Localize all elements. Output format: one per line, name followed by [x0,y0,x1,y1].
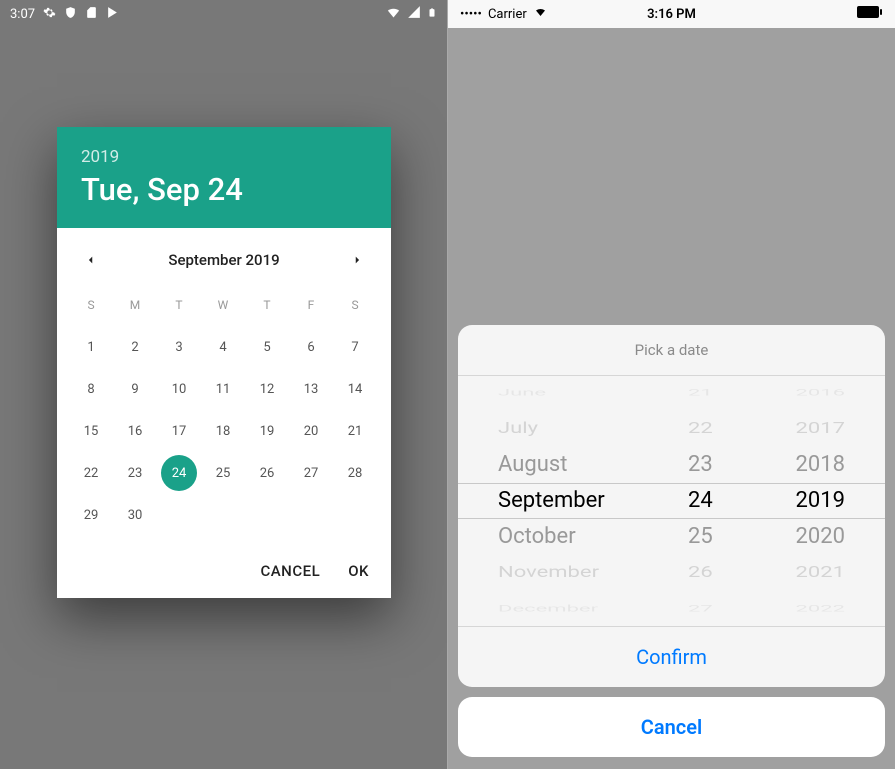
wifi-icon [386,5,401,24]
day-cell[interactable]: 29 [69,494,113,536]
wheel-item[interactable]: 2020 [796,519,845,555]
day-cell[interactable]: 8 [69,368,113,410]
wheel-item[interactable]: November [498,560,599,585]
wheel-item[interactable]: December [498,602,598,616]
android-date-picker-dialog: 2019 Tue, Sep 24 September 2019 SMTWTFS … [57,127,391,598]
wheel-item[interactable]: September [498,483,605,519]
shield-icon [64,6,77,23]
day-cell[interactable]: 5 [245,326,289,368]
day-cell[interactable]: 27 [289,452,333,494]
cancel-button[interactable]: Cancel [458,697,885,757]
day-wheel[interactable]: 21 22 232425 26 27 [660,376,741,626]
weekday-header: T [157,284,201,326]
wheel-item[interactable]: 2018 [796,447,845,483]
wheel-item[interactable]: October [498,519,576,555]
date-wheels[interactable]: June July AugustSeptemberOctober November De… [458,376,885,626]
day-cell[interactable]: 18 [201,410,245,452]
confirm-button[interactable]: Confirm [458,626,885,687]
wheel-item[interactable]: 2021 [796,560,845,585]
ios-statusbar: ••••• Carrier 3:16 PM [448,0,895,28]
weekday-header: S [333,284,377,326]
month-wheel[interactable]: June July AugustSeptemberOctober November De… [486,376,660,626]
calendar-grid: SMTWTFS 12345678910111213141516171819202… [57,284,391,546]
wheel-item[interactable]: 22 [688,416,713,441]
prev-month-button[interactable] [77,246,105,274]
signal-icon [407,5,421,23]
wheel-item[interactable]: June [498,386,546,400]
wheel-item[interactable]: 2019 [796,483,845,519]
day-cell[interactable]: 28 [333,452,377,494]
picker-title: Pick a date [458,325,885,376]
day-cell[interactable]: 1 [69,326,113,368]
day-cell[interactable]: 21 [333,410,377,452]
day-cell[interactable]: 10 [157,368,201,410]
wheel-item[interactable]: 26 [688,560,713,585]
day-cell[interactable]: 20 [289,410,333,452]
wheel-item[interactable]: August [498,447,567,483]
day-cell[interactable]: 30 [113,494,157,536]
day-cell[interactable]: 19 [245,410,289,452]
month-navigation: September 2019 [57,228,391,284]
next-month-button[interactable] [343,246,371,274]
dialog-actions: CANCEL OK [57,546,391,598]
android-statusbar: 3:07 [0,0,447,28]
wheel-item[interactable]: 27 [688,602,713,616]
day-cell[interactable]: 13 [289,368,333,410]
ok-button[interactable]: OK [348,562,369,580]
month-year-label: September 2019 [168,251,279,269]
day-cell[interactable]: 11 [201,368,245,410]
day-cell[interactable]: 22 [69,452,113,494]
day-cell[interactable]: 9 [113,368,157,410]
picker-header: 2019 Tue, Sep 24 [57,127,391,228]
android-screen: 3:07 2019 Tue, Sep 24 September 2019 [0,0,448,769]
weekday-header: T [245,284,289,326]
statusbar-time: 3:07 [10,7,35,22]
battery-icon [427,5,437,24]
day-cell[interactable]: 7 [333,326,377,368]
weekday-header: M [113,284,157,326]
sd-card-icon [85,6,98,23]
ios-action-sheet: Pick a date June July AugustSeptemberOctob… [458,325,885,757]
day-cell[interactable]: 24 [161,455,197,491]
ios-screen: ••••• Carrier 3:16 PM Pick a date JuneJu… [448,0,895,769]
statusbar-time: 3:16 PM [647,7,696,22]
gear-icon [43,6,56,23]
wheel-item[interactable]: 23 [688,447,713,483]
header-date[interactable]: Tue, Sep 24 [81,171,367,208]
wheel-item[interactable]: 24 [688,483,713,519]
wheel-item[interactable]: 2022 [796,602,845,616]
cancel-button[interactable]: CANCEL [260,562,320,580]
day-cell[interactable]: 15 [69,410,113,452]
battery-icon [857,6,883,22]
day-cell[interactable]: 26 [245,452,289,494]
signal-dots-icon: ••••• [460,7,482,22]
carrier-label: Carrier [488,7,527,22]
weekday-header: F [289,284,333,326]
wheel-item[interactable]: 2017 [796,416,845,441]
wheel-item[interactable]: 21 [688,386,713,400]
header-year[interactable]: 2019 [81,147,367,167]
weekday-header: W [201,284,245,326]
day-cell[interactable]: 23 [113,452,157,494]
weekday-header: S [69,284,113,326]
day-cell[interactable]: 17 [157,410,201,452]
wheel-item[interactable]: July [498,416,538,441]
day-cell[interactable]: 3 [157,326,201,368]
day-cell[interactable]: 14 [333,368,377,410]
day-cell[interactable]: 12 [245,368,289,410]
day-cell[interactable]: 4 [201,326,245,368]
year-wheel[interactable]: 2016 2017 201820192020 2021 2022 [741,376,857,626]
wheel-item[interactable]: 2016 [796,386,845,400]
wifi-icon [533,6,548,22]
day-cell[interactable]: 16 [113,410,157,452]
day-cell[interactable]: 6 [289,326,333,368]
day-cell[interactable]: 25 [201,452,245,494]
day-cell[interactable]: 2 [113,326,157,368]
play-store-icon [106,6,119,23]
picker-panel: Pick a date June July AugustSeptemberOctob… [458,325,885,687]
wheel-item[interactable]: 25 [688,519,713,555]
